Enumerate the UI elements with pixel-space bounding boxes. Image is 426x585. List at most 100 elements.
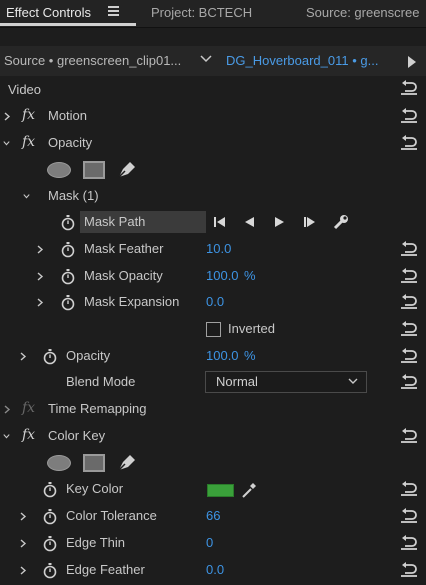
panel-menu-icon[interactable] (108, 6, 119, 16)
mask-expansion-row: Mask Expansion 0.0 (0, 290, 426, 316)
effect-row-opacity[interactable]: fx Opacity (0, 131, 426, 157)
mask-feather-value[interactable]: 10.0 (206, 241, 231, 256)
stopwatch-icon[interactable] (42, 508, 58, 525)
blend-mode-row: Blend Mode Normal (0, 370, 426, 396)
property-label: Color Tolerance (66, 508, 157, 523)
reset-icon[interactable] (400, 481, 418, 497)
track-backward-icon[interactable] (243, 216, 255, 228)
reset-icon[interactable] (400, 268, 418, 284)
chevron-down-icon[interactable] (23, 192, 30, 201)
chevron-down-icon (348, 378, 358, 384)
rectangle-mask-icon[interactable] (83, 454, 105, 472)
reset-icon[interactable] (400, 294, 418, 310)
blend-mode-value: Normal (216, 374, 258, 389)
chevron-right-icon[interactable] (37, 298, 44, 307)
unit-label: % (244, 268, 256, 283)
effect-label: Motion (48, 108, 88, 123)
stopwatch-icon[interactable] (42, 481, 58, 498)
reset-icon[interactable] (400, 374, 418, 390)
color-tolerance-value[interactable]: 66 (206, 508, 220, 523)
color-tolerance-row: Color Tolerance 66 (0, 504, 426, 530)
inverted-checkbox[interactable] (206, 322, 221, 337)
chevron-right-icon[interactable] (20, 352, 27, 361)
fx-icon[interactable]: fx (22, 107, 35, 123)
chevron-right-icon[interactable] (20, 566, 27, 575)
blend-mode-select[interactable]: Normal (205, 371, 367, 393)
edge-feather-row: Edge Feather 0.0 (0, 558, 426, 584)
video-section-header: Video (0, 77, 426, 103)
chevron-right-icon[interactable] (20, 512, 27, 521)
opacity-value[interactable]: 100.0 (206, 348, 239, 363)
stopwatch-icon[interactable] (42, 535, 58, 552)
source-clip-label[interactable]: Source • greenscreen_clip01... (4, 53, 181, 68)
fx-icon[interactable]: fx (22, 427, 35, 443)
play-icon[interactable] (408, 56, 416, 68)
stopwatch-icon[interactable] (60, 268, 76, 285)
ellipse-mask-icon[interactable] (47, 162, 71, 178)
mask-expansion-value[interactable]: 0.0 (206, 294, 224, 309)
mask-opacity-row: Mask Opacity 100.0 % (0, 264, 426, 290)
edge-feather-value[interactable]: 0.0 (206, 562, 224, 577)
pen-mask-icon[interactable] (116, 159, 138, 179)
unit-label: % (244, 348, 256, 363)
tab-effect-controls[interactable]: Effect Controls (6, 5, 91, 20)
eyedropper-icon[interactable] (240, 481, 258, 499)
stopwatch-icon[interactable] (42, 562, 58, 579)
pen-mask-icon[interactable] (116, 452, 138, 472)
effect-row-motion[interactable]: fx Motion (0, 104, 426, 130)
chevron-down-icon[interactable] (3, 139, 10, 148)
chevron-right-icon[interactable] (37, 245, 44, 254)
stopwatch-icon[interactable] (42, 348, 58, 365)
tab-source[interactable]: Source: greenscree (306, 5, 419, 20)
property-label: Mask Feather (84, 241, 164, 256)
stopwatch-icon[interactable] (60, 241, 76, 258)
reset-icon[interactable] (400, 135, 418, 151)
effect-row-time-remapping[interactable]: fx Time Remapping (0, 397, 426, 423)
reset-icon[interactable] (400, 241, 418, 257)
wrench-icon[interactable] (333, 214, 349, 230)
mask-path-row[interactable]: Mask Path (0, 210, 426, 236)
property-label: Opacity (66, 348, 111, 363)
key-color-swatch[interactable] (207, 484, 234, 497)
reset-icon[interactable] (400, 428, 418, 444)
chevron-right-icon[interactable] (4, 405, 11, 414)
edge-thin-row: Edge Thin 0 (0, 531, 426, 557)
chevron-right-icon[interactable] (4, 112, 11, 121)
reset-icon[interactable] (400, 108, 418, 124)
property-label: Edge Feather (66, 562, 145, 577)
inverted-row: Inverted (0, 317, 426, 343)
sequence-clip-label[interactable]: DG_Hoverboard_011 • g... (226, 53, 378, 68)
reset-icon[interactable] (400, 562, 418, 578)
rectangle-mask-icon[interactable] (83, 161, 105, 179)
effect-label: Color Key (48, 428, 106, 443)
section-title: Video (8, 82, 42, 97)
property-label: Edge Thin (66, 535, 126, 550)
track-forward-icon[interactable] (274, 216, 286, 228)
reset-icon[interactable] (400, 535, 418, 551)
reset-icon[interactable] (400, 321, 418, 337)
ellipse-mask-icon[interactable] (47, 455, 71, 471)
fx-icon: fx (22, 400, 36, 416)
reset-icon[interactable] (400, 508, 418, 524)
reset-icon[interactable] (400, 348, 418, 364)
mask-group-row[interactable]: Mask (1) (0, 184, 426, 210)
property-label: Mask Expansion (84, 294, 180, 309)
reset-icon[interactable] (400, 80, 418, 96)
edge-thin-value[interactable]: 0 (206, 535, 213, 550)
fx-icon[interactable]: fx (22, 134, 35, 150)
effect-label: Opacity (48, 135, 93, 150)
effect-label: Time Remapping (48, 401, 147, 416)
mask-feather-row: Mask Feather 10.0 (0, 237, 426, 263)
track-backward-one-icon[interactable] (213, 216, 227, 228)
effect-row-color-key[interactable]: fx Color Key (0, 424, 426, 450)
stopwatch-icon[interactable] (60, 214, 76, 231)
tab-project[interactable]: Project: BCTECH (151, 5, 252, 20)
chevron-down-icon[interactable] (3, 432, 10, 441)
mask-label: Mask (1) (48, 188, 99, 203)
chevron-right-icon[interactable] (37, 272, 44, 281)
chevron-down-icon[interactable] (200, 55, 212, 63)
stopwatch-icon[interactable] (60, 294, 76, 311)
mask-opacity-value[interactable]: 100.0 (206, 268, 239, 283)
chevron-right-icon[interactable] (20, 539, 27, 548)
track-forward-one-icon[interactable] (303, 216, 317, 228)
